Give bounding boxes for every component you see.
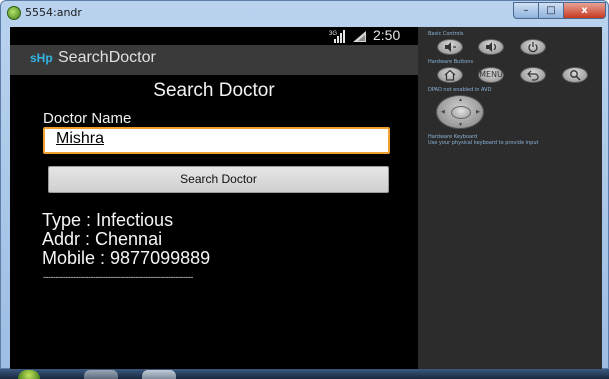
status-bar: 3G 2:50 bbox=[10, 27, 418, 45]
search-hw-button[interactable] bbox=[562, 67, 588, 83]
doctor-name-label: Doctor Name bbox=[43, 110, 132, 127]
app-logo[interactable]: sHp bbox=[30, 51, 53, 65]
maximize-button[interactable]: □ bbox=[539, 2, 564, 19]
dpad-up-icon: ▲ bbox=[458, 97, 463, 103]
basic-controls-label: Basic Controls bbox=[428, 31, 464, 37]
result-type: Type : Infectious bbox=[42, 210, 174, 230]
search-icon bbox=[570, 70, 581, 81]
window-title: 5554:andr bbox=[25, 6, 82, 19]
status-time: 2:50 bbox=[373, 27, 401, 43]
taskbar-app-button[interactable] bbox=[84, 370, 118, 379]
hardware-keyboard-label: Hardware Keyboard Use your physical keyb… bbox=[428, 134, 538, 146]
home-icon bbox=[444, 69, 456, 81]
volume-down-icon bbox=[445, 42, 456, 52]
signal-icon: 3G bbox=[329, 30, 345, 43]
window-controls: – □ x bbox=[513, 2, 606, 19]
home-button[interactable] bbox=[437, 67, 463, 83]
dpad-down-icon: ▼ bbox=[458, 122, 463, 128]
volume-up-button[interactable] bbox=[478, 39, 504, 55]
dpad-left-icon: ◀ bbox=[441, 109, 445, 115]
emulator-window: 5554:andr – □ x 3G 2:50 sHp SearchDoctor… bbox=[0, 0, 609, 370]
dpad-label: DPAD not enabled in AVD bbox=[428, 87, 492, 93]
back-button[interactable] bbox=[520, 67, 546, 83]
dpad-right-icon: ▶ bbox=[476, 109, 480, 115]
result-address: Addr : Chennai bbox=[42, 229, 163, 249]
dpad[interactable]: ▲ ▼ ◀ ▶ bbox=[436, 95, 484, 129]
power-button[interactable] bbox=[520, 39, 546, 55]
hardware-buttons-label: Hardware Buttons bbox=[428, 59, 474, 65]
minimize-button[interactable]: – bbox=[513, 2, 539, 19]
emulator-controls-panel: Basic Controls Hardware Buttons MENU DPA… bbox=[419, 27, 602, 370]
keyboard-label-hint: Use your physical keyboard to provide in… bbox=[428, 140, 539, 146]
emulator-app-icon bbox=[7, 6, 21, 20]
close-button[interactable]: x bbox=[564, 2, 606, 19]
action-bar: sHp SearchDoctor bbox=[10, 45, 418, 75]
doctor-name-input[interactable]: Mishra bbox=[43, 127, 390, 154]
menu-button[interactable]: MENU bbox=[478, 67, 504, 83]
result-divider: ----------------------------------------… bbox=[43, 272, 193, 282]
app-title: SearchDoctor bbox=[58, 49, 156, 66]
back-icon bbox=[527, 70, 539, 81]
dpad-center-button[interactable] bbox=[451, 106, 471, 119]
result-mobile: Mobile : 9877099889 bbox=[42, 248, 211, 268]
title-bar[interactable]: 5554:andr – □ x bbox=[1, 1, 609, 27]
start-button[interactable] bbox=[18, 370, 40, 379]
network-type: 3G bbox=[329, 31, 337, 37]
volume-up-icon bbox=[486, 42, 497, 52]
power-icon bbox=[528, 42, 538, 53]
search-doctor-button[interactable]: Search Doctor bbox=[48, 166, 389, 193]
page-title: Search Doctor bbox=[153, 80, 275, 101]
phone-screen: 3G 2:50 sHp SearchDoctor Search Doctor D… bbox=[10, 27, 418, 370]
taskbar-app-button[interactable] bbox=[142, 370, 176, 379]
volume-down-button[interactable] bbox=[437, 39, 463, 55]
battery-icon bbox=[353, 31, 366, 42]
taskbar bbox=[0, 369, 609, 379]
emulator-body: 3G 2:50 sHp SearchDoctor Search Doctor D… bbox=[10, 27, 602, 370]
